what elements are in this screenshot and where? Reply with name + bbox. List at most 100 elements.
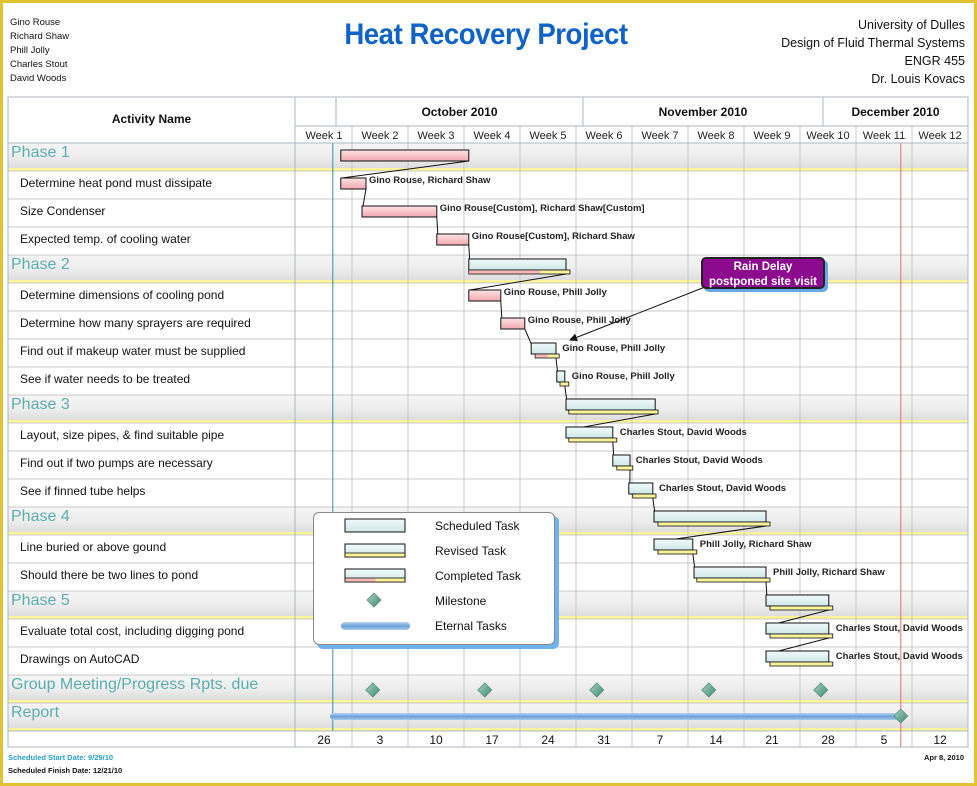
legend: Scheduled Task Revised Task Completed Ta… (313, 512, 555, 645)
month-label: October 2010 (421, 105, 497, 119)
resource-label: Gino Rouse, Phill Jolly (528, 315, 632, 326)
dependency-link (362, 188, 367, 207)
week-label: Week 6 (585, 130, 622, 142)
completed-portion-bar (469, 270, 541, 274)
week-date-label: 24 (541, 733, 555, 747)
legend-swatch-scheduled (344, 518, 406, 533)
phase-name: Phase 5 (11, 592, 70, 609)
legend-milestone-label: Milestone (435, 594, 487, 608)
week-label: Week 5 (529, 130, 566, 142)
week-label: Week 3 (417, 130, 454, 142)
task-name: Find out if two pumps are necessary (20, 456, 213, 470)
phase-row-bg (8, 395, 968, 423)
week-date-label: 12 (933, 733, 947, 747)
week-date-label: 14 (709, 733, 723, 747)
resource-label: Phill Jolly, Richard Shaw (700, 539, 812, 550)
scheduled-task-bar (765, 594, 830, 607)
task-name: Find out if makeup water must be supplie… (20, 344, 245, 358)
scheduled-finish-date: Scheduled Finish Date: 12/21/10 (8, 766, 123, 775)
week-label: Week 1 (305, 130, 342, 142)
completed-task-bar (468, 289, 502, 302)
gantt-chart: Activity Name October 2010 November 2010 De… (7, 96, 969, 748)
revised-task-bar (769, 605, 834, 611)
task-name: Evaluate total cost, including digging p… (20, 624, 244, 638)
section-name: Group Meeting/Progress Rpts. due (11, 676, 258, 693)
scheduled-task-bar (556, 370, 566, 383)
scheduled-task-bar (565, 426, 614, 439)
completed-portion-bar (535, 354, 548, 358)
task-name: Layout, size pipes, & find suitable pipe (20, 428, 224, 442)
revised-task-bar (696, 577, 771, 583)
week-date-label: 21 (765, 733, 779, 747)
legend-eternal-label: Eternal Tasks (435, 619, 507, 633)
task-name: See if finned tube helps (20, 484, 145, 498)
resource-label: Charles Stout, David Woods (636, 455, 763, 466)
revised-task-bar (769, 661, 834, 667)
week-date-label: 28 (821, 733, 835, 747)
resource-label: Phill Jolly, Richard Shaw (773, 567, 885, 578)
legend-eternal-swatch (341, 622, 410, 630)
revised-task-bar (559, 381, 570, 387)
task-name: Line buried or above gound (20, 540, 166, 554)
dependency-link (436, 216, 439, 235)
scheduled-task-bar (530, 342, 557, 355)
scheduled-task-bar (653, 538, 694, 551)
week-label: Week 10 (806, 130, 849, 142)
task-name: Determine how many sprayers are required (20, 316, 251, 330)
phase-row-bg (8, 143, 968, 171)
callout-line-2: postponed site visit (709, 275, 817, 288)
scheduled-task-bar (765, 622, 830, 635)
phase-name: Phase 1 (11, 144, 70, 161)
activity-name-header: Activity Name (112, 112, 192, 126)
task-name: Should there be two lines to pond (20, 568, 198, 582)
revised-task-bar (657, 549, 698, 555)
legend-swatch-completed-band-red (345, 578, 376, 582)
revised-task-bar (568, 409, 659, 415)
resource-label: Charles Stout, David Woods (836, 651, 963, 662)
resource-label: Gino Rouse, Phill Jolly (504, 287, 608, 298)
resource-label: Gino Rouse, Richard Shaw (369, 175, 491, 186)
resource-label: Charles Stout, David Woods (836, 623, 963, 634)
task-name: Expected temp. of cooling water (20, 232, 191, 246)
scheduled-start-date: Scheduled Start Date: 9/29/10 (8, 753, 114, 762)
task-name: Determine heat pond must dissipate (20, 176, 212, 190)
legend-completed-label: Completed Task (435, 569, 521, 583)
scheduled-task-bar (653, 510, 767, 523)
eternal-task-bar (330, 713, 901, 720)
week-date-label: 3 (377, 733, 384, 747)
week-label: Week 4 (473, 130, 510, 142)
task-name: See if water needs to be treated (20, 372, 190, 386)
revised-task-bar (632, 493, 657, 499)
month-label: December 2010 (851, 105, 939, 119)
scheduled-task-bar (628, 482, 654, 495)
print-date: Apr 8, 2010 (923, 753, 964, 762)
phase-name: Phase 4 (11, 508, 70, 525)
resource-label: Gino Rouse[Custom], Richard Shaw[Custom] (440, 203, 645, 214)
scheduled-task-bar (565, 398, 656, 411)
scheduled-task-bar (468, 258, 567, 271)
week-date-label: 10 (429, 733, 443, 747)
week-label: Week 12 (918, 130, 961, 142)
task-name: Size Condenser (20, 204, 105, 218)
completed-task-bar (340, 149, 470, 162)
resource-label: Charles Stout, David Woods (620, 427, 747, 438)
week-date-label: 17 (485, 733, 499, 747)
completed-task-bar (436, 233, 470, 246)
week-label: Week 11 (863, 130, 905, 142)
week-label: Week 9 (753, 130, 790, 142)
dependency-link (500, 300, 503, 319)
week-label: Week 8 (697, 130, 734, 142)
resource-label: Gino Rouse, Phill Jolly (572, 371, 676, 382)
scheduled-task-bar (612, 454, 631, 467)
resource-label: Gino Rouse[Custom], Richard Shaw (472, 231, 636, 242)
task-name: Drawings on AutoCAD (20, 652, 140, 666)
completed-task-bar (340, 177, 367, 190)
phase-name: Phase 3 (11, 396, 70, 413)
revised-task-bar (657, 521, 771, 527)
completed-task-bar (500, 317, 526, 330)
scheduled-task-bar (765, 650, 830, 663)
section-name: Report (11, 704, 60, 721)
legend-swatch-revised-band (344, 552, 406, 558)
phase-name: Phase 2 (11, 256, 70, 273)
scheduled-task-bar (693, 566, 767, 579)
